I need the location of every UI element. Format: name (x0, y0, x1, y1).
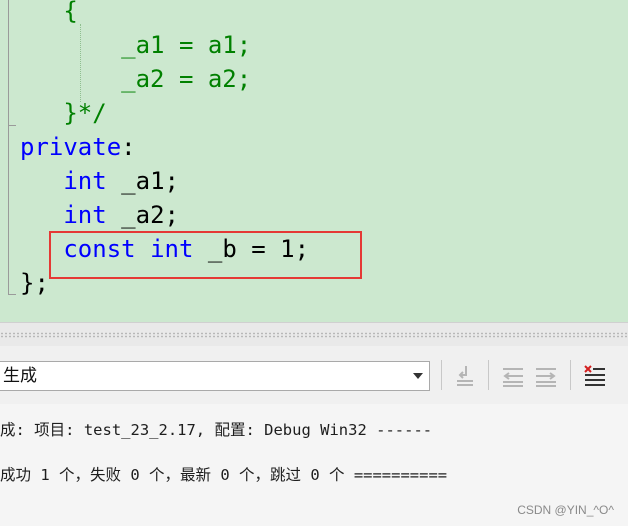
code-line: { (20, 0, 78, 28)
next-message-icon (536, 368, 556, 387)
chevron-down-icon[interactable] (413, 373, 423, 379)
watermark: CSDN @YIN_^O^ (517, 503, 614, 517)
code-line: }*/ (20, 96, 107, 130)
toolbar-separator (570, 360, 571, 390)
code-line: int _a1; (20, 164, 179, 198)
code-token: }; (20, 269, 49, 297)
outline-guide-end (8, 294, 16, 295)
outline-guide-tick (8, 125, 16, 126)
code-token: _a1; (106, 167, 179, 195)
code-line: private: (20, 130, 136, 164)
code-token: _a1 = a1; (121, 31, 252, 59)
outline-guide (8, 0, 9, 294)
code-token: _a2; (106, 201, 179, 229)
clear-all-button[interactable] (582, 360, 608, 390)
code-line: }; (20, 266, 49, 300)
output-source-select[interactable]: 生成 (0, 361, 430, 391)
code-token: { (63, 0, 78, 25)
output-line-1: 成: 项目: test_23_2.17, 配置: Debug Win32 ---… (0, 421, 433, 439)
toolbar-separator (488, 360, 489, 390)
output-source-value: 生成 (3, 366, 37, 386)
code-token: int (63, 201, 107, 229)
code-token: }*/ (63, 99, 107, 127)
next-message-button[interactable] (533, 360, 559, 390)
toolbar-separator (441, 360, 442, 390)
highlight-annotation-box (49, 231, 362, 279)
output-pane[interactable]: 成: 项目: test_23_2.17, 配置: Debug Win32 ---… (0, 404, 628, 526)
code-editor[interactable]: { _a1 = a1; _a2 = a2; }*/ private: int _a… (0, 0, 628, 322)
code-line: _a1 = a1; (20, 28, 251, 62)
code-line: _a2 = a2; (20, 62, 251, 96)
code-token: : (121, 133, 136, 161)
code-token: _a2 = a2; (121, 65, 252, 93)
goto-source-icon (457, 366, 473, 386)
clear-all-icon (584, 365, 605, 386)
previous-message-button[interactable] (500, 360, 526, 390)
code-token: private (20, 133, 122, 161)
splitter-grip[interactable] (0, 332, 628, 338)
panel-splitter[interactable] (0, 322, 628, 346)
output-line-2: 成功 1 个，失败 0 个，最新 0 个，跳过 0 个 ========== (0, 466, 448, 484)
goto-source-button[interactable] (452, 360, 478, 390)
previous-message-icon (503, 368, 523, 387)
code-line: int _a2; (20, 198, 179, 232)
code-token: int (63, 167, 107, 195)
output-toolbar: 生成 (0, 346, 628, 404)
